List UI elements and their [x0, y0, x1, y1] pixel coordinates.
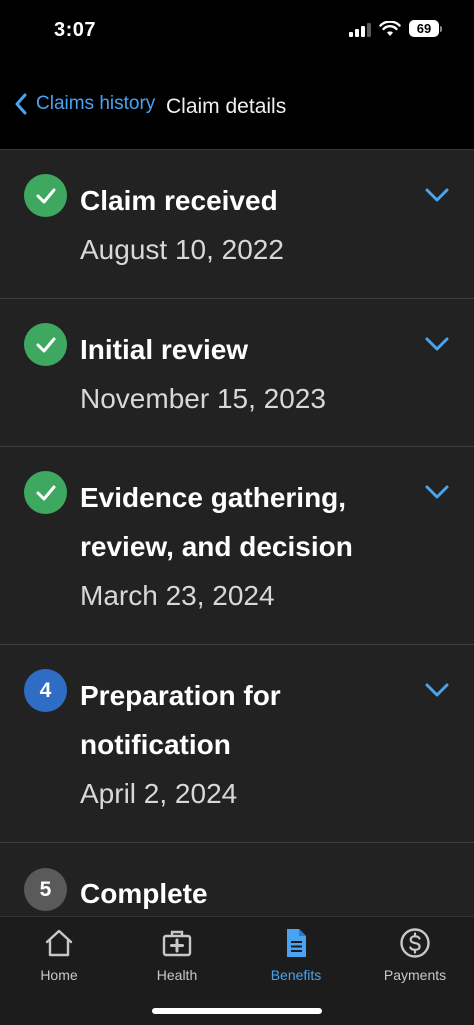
dollar-circle-icon	[400, 928, 430, 958]
home-indicator[interactable]	[152, 1008, 322, 1014]
step-title: Complete	[80, 878, 208, 909]
battery-level: 69	[409, 20, 439, 37]
tab-payments[interactable]: Payments	[356, 927, 474, 997]
checkmark-icon	[36, 485, 55, 500]
navigation-bar: Claims history Claim details	[0, 60, 474, 150]
step-claim-received[interactable]: Claim received August 10, 2022	[0, 150, 474, 299]
wifi-icon	[379, 20, 401, 36]
chevron-left-icon	[15, 93, 27, 115]
status-bar: 3:07 69	[0, 0, 474, 60]
tab-label: Benefits	[270, 967, 322, 983]
checkmark-icon	[36, 337, 55, 352]
tab-label: Payments	[383, 967, 447, 983]
home-icon	[45, 929, 73, 957]
back-button[interactable]: Claims history	[14, 93, 155, 115]
step-title: Claim received	[80, 185, 278, 216]
page-title: Claim details	[166, 95, 287, 118]
step-status-badge	[24, 174, 67, 217]
document-icon	[287, 929, 306, 957]
step-title: Preparation for notification	[80, 680, 281, 760]
tab-home[interactable]: Home	[0, 927, 118, 997]
chevron-down-icon[interactable]	[424, 335, 450, 353]
step-evidence-gathering[interactable]: Evidence gathering, review, and decision…	[0, 447, 474, 645]
step-complete[interactable]: 5 Complete	[0, 843, 474, 916]
chevron-down-icon[interactable]	[424, 681, 450, 699]
step-number-badge: 4	[24, 669, 67, 712]
step-date: August 10, 2022	[80, 234, 284, 265]
step-initial-review[interactable]: Initial review November 15, 2023	[0, 299, 474, 447]
tab-label: Home	[40, 967, 78, 983]
step-date: April 2, 2024	[80, 778, 238, 809]
claim-steps-list: Claim received August 10, 2022 Initial r…	[0, 150, 474, 916]
cellular-signal-icon	[349, 21, 371, 37]
step-number-badge: 5	[24, 868, 67, 911]
step-date: November 15, 2023	[80, 383, 326, 414]
status-icons: 69	[349, 20, 442, 37]
tab-health[interactable]: Health	[118, 927, 236, 997]
step-title: Evidence gathering, review, and decision	[80, 482, 353, 562]
step-preparation-for-notification[interactable]: 4 Preparation for notification April 2, …	[0, 645, 474, 843]
status-time: 3:07	[54, 19, 97, 41]
tab-label: Health	[156, 967, 198, 983]
step-status-badge	[24, 471, 67, 514]
battery-icon: 69	[409, 20, 442, 37]
checkmark-icon	[36, 188, 55, 203]
back-button-label: Claims history	[36, 93, 156, 114]
chevron-down-icon[interactable]	[424, 186, 450, 204]
chevron-down-icon[interactable]	[424, 483, 450, 501]
step-date: March 23, 2024	[80, 580, 275, 611]
medical-kit-icon	[162, 930, 192, 957]
tab-benefits[interactable]: Benefits	[237, 927, 355, 997]
step-title: Initial review	[80, 334, 249, 365]
step-status-badge	[24, 323, 67, 366]
